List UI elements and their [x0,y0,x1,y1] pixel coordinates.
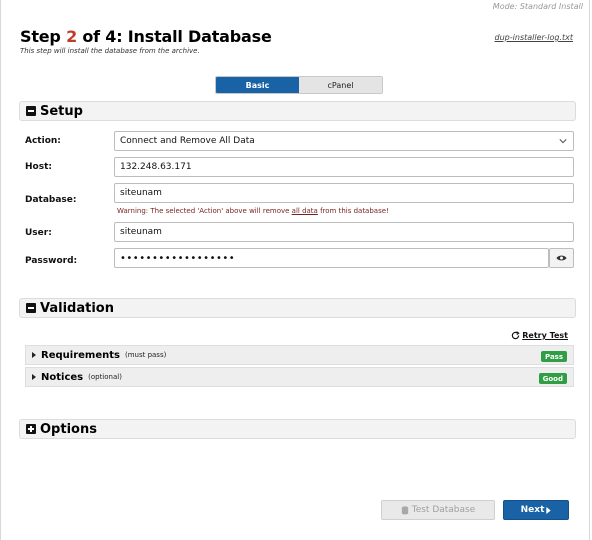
database-icon [401,505,408,514]
host-input[interactable]: 132.248.63.171 [114,157,574,177]
notices-row[interactable]: Notices (optional) Good [25,367,574,387]
database-warning: Warning: The selected 'Action' above wil… [117,207,389,215]
show-password-button[interactable] [549,248,574,268]
next-button[interactable]: Next [503,500,569,520]
requirements-note: (must pass) [124,351,167,359]
setup-title: Setup [40,103,83,119]
retry-test-link[interactable]: Retry Test [511,331,568,340]
host-label: Host: [25,162,52,172]
page-subtitle: This step will install the database from… [20,47,200,55]
expand-icon [26,424,36,434]
user-value: siteunam [120,227,162,237]
refresh-icon [512,331,520,340]
password-label: Password: [25,256,78,266]
title-suffix: of 4: Install Database [77,27,272,46]
validation-title: Validation [40,300,114,316]
title-prefix: Step [20,27,67,46]
warning-text-after: from this database! [317,207,389,215]
chevron-down-icon [559,139,567,144]
database-label: Database: [25,195,77,205]
setup-section-header[interactable]: Setup [19,101,576,121]
database-input[interactable]: siteunam [114,183,574,203]
collapse-icon [26,106,36,116]
warning-text-before: Warning: The selected 'Action' above wil… [117,207,292,215]
action-value: Connect and Remove All Data [120,136,255,146]
expand-arrow-icon [32,374,36,380]
step-number: 2 [66,27,77,46]
test-database-label: Test Database [411,505,476,515]
warning-all-data: all data [291,207,318,215]
page-title: Step 2 of 4: Install Database [20,27,272,46]
test-database-button[interactable]: Test Database [381,500,495,520]
eye-icon [556,255,567,261]
host-value: 132.248.63.171 [120,162,192,172]
user-label: User: [25,228,52,238]
requirements-row[interactable]: Requirements (must pass) Pass [25,345,574,365]
mode-label: Mode: Standard Install [492,2,583,11]
password-value: •••••••••••••••••• [120,252,236,264]
action-select[interactable]: Connect and Remove All Data [114,131,574,151]
installer-log-link[interactable]: dup-installer-log.txt [495,33,573,42]
mode-tabs: Basic cPanel [215,76,383,94]
user-input[interactable]: siteunam [114,222,574,242]
next-label: Next [520,505,545,515]
validation-section-header[interactable]: Validation [19,298,576,318]
retry-label: Retry Test [522,331,568,340]
tab-basic[interactable]: Basic [216,77,299,93]
collapse-icon [26,303,36,313]
options-section-header[interactable]: Options [19,419,576,439]
action-label: Action: [25,136,61,146]
requirements-status-badge: Pass [541,351,567,362]
caret-right-icon [546,506,552,514]
database-value: siteunam [120,188,162,198]
requirements-title: Requirements [41,349,120,361]
notices-note: (optional) [88,373,122,381]
installer-frame: Mode: Standard Install Step 2 of 4: Inst… [0,0,590,540]
password-input[interactable]: •••••••••••••••••• [114,248,549,268]
expand-arrow-icon [32,352,36,358]
notices-title: Notices [41,371,84,383]
options-title: Options [40,421,97,437]
notices-status-badge: Good [538,373,567,384]
tab-cpanel[interactable]: cPanel [299,77,382,93]
